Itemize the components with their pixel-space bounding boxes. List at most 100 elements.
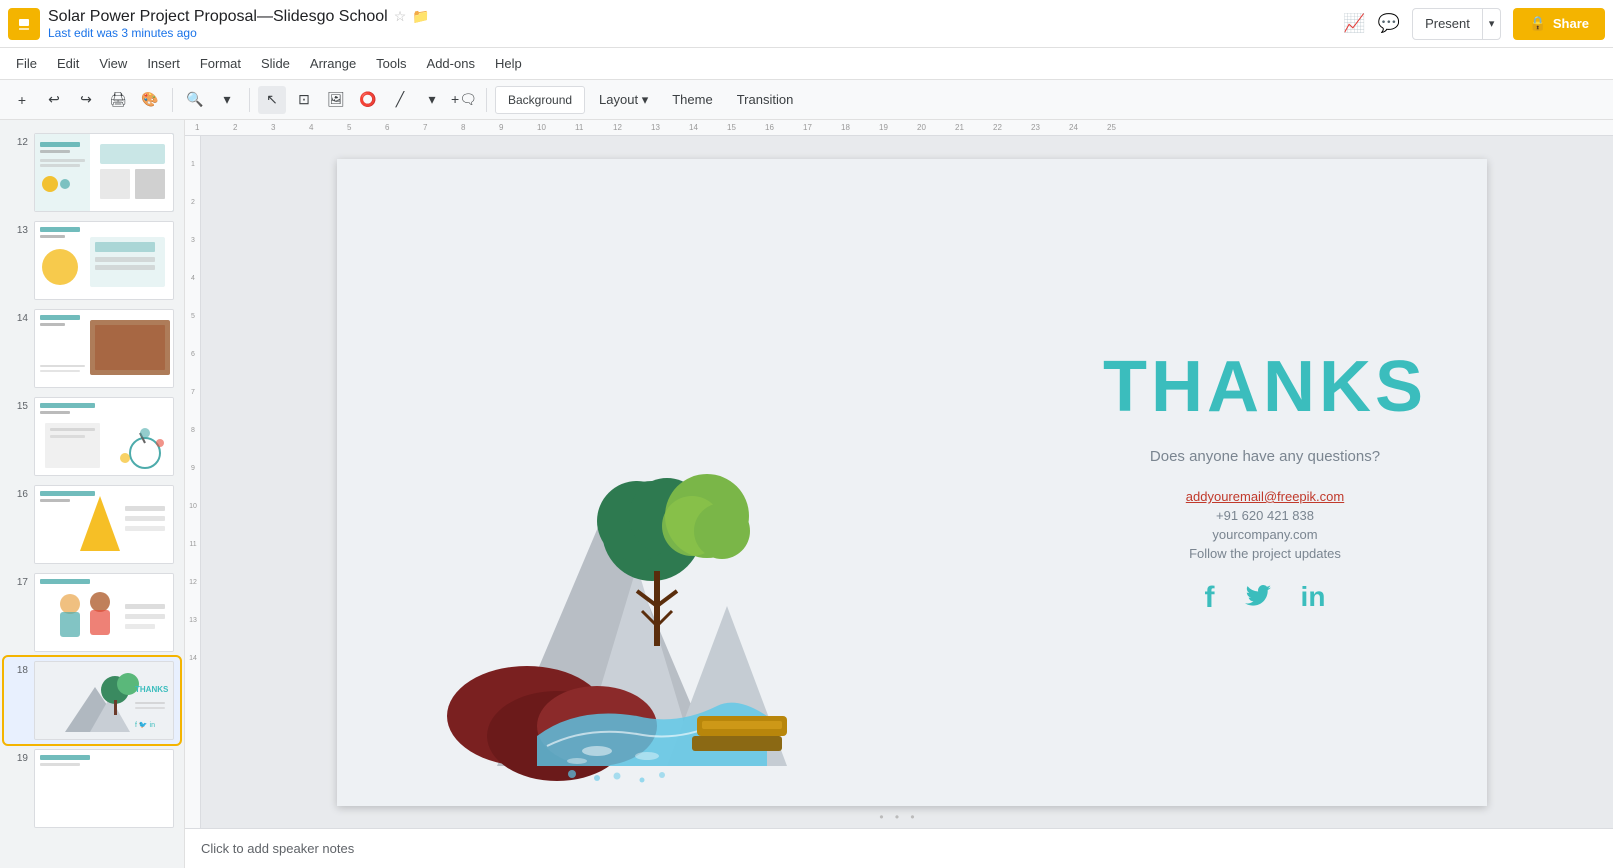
menu-bar: File Edit View Insert Format Slide Arran… — [0, 48, 1613, 80]
slide-preview-17 — [34, 573, 174, 652]
twitter-icon — [1243, 581, 1273, 618]
svg-text:5: 5 — [191, 313, 195, 320]
thanks-website: yourcompany.com — [1103, 527, 1427, 542]
top-right: 📈 💬 Present ▾ 🔒 Share — [1343, 8, 1605, 40]
slide-thumb-14[interactable]: 14 — [4, 305, 180, 392]
svg-text:9: 9 — [191, 465, 195, 472]
undo-button[interactable]: ↩ — [40, 86, 68, 114]
slide-preview-15 — [34, 397, 174, 476]
print-button[interactable]: 🖨 — [104, 86, 132, 114]
svg-text:8: 8 — [191, 427, 195, 434]
svg-text:13: 13 — [189, 617, 197, 624]
svg-text:1: 1 — [191, 161, 195, 168]
svg-text:6: 6 — [191, 351, 195, 358]
slide-thumb-19[interactable]: 19 — [4, 745, 180, 832]
svg-text:THANKS: THANKS — [135, 685, 169, 694]
folder-icon[interactable]: 📁 — [412, 8, 429, 25]
slide-preview-13 — [34, 221, 174, 300]
cursor-tool[interactable]: ↖ — [258, 86, 286, 114]
svg-text:12: 12 — [189, 579, 197, 586]
line-tool[interactable]: ╱ — [386, 86, 414, 114]
text-tool[interactable]: ⊡ — [290, 86, 318, 114]
menu-view[interactable]: View — [91, 54, 135, 73]
present-button[interactable]: Present ▾ — [1412, 8, 1501, 40]
slide-thumb-16[interactable]: 16 — [4, 481, 180, 568]
redo-button[interactable]: ↪ — [72, 86, 100, 114]
slide-thumb-17[interactable]: 17 — [4, 569, 180, 656]
menu-arrange[interactable]: Arrange — [302, 54, 364, 73]
svg-text:4: 4 — [191, 275, 195, 282]
comment-tool[interactable]: +🗨 — [450, 86, 478, 114]
sep1 — [172, 88, 173, 112]
theme-button[interactable]: Theme — [662, 86, 722, 114]
title-section: Solar Power Project Proposal—Slidesgo Sc… — [48, 8, 1343, 40]
slide-thumb-13[interactable]: 13 — [4, 217, 180, 304]
ruler-marks-h: 1 2 3 4 5 6 7 8 9 10 11 12 13 14 15 16 1… — [195, 123, 1145, 132]
menu-format[interactable]: Format — [192, 54, 249, 73]
star-icon[interactable]: ☆ — [394, 8, 407, 25]
slide-thumb-12[interactable]: 12 — [4, 129, 180, 216]
present-arrow-icon[interactable]: ▾ — [1483, 9, 1501, 39]
expand-indicator[interactable]: • • • — [879, 810, 918, 824]
illustration — [397, 406, 817, 786]
zoom-dropdown-button[interactable]: ▾ — [213, 86, 241, 114]
thanks-section: THANKS Does anyone have any questions? a… — [1103, 346, 1427, 618]
slide-preview-14 — [34, 309, 174, 388]
canvas-area: 1 2 3 4 5 6 7 8 9 10 11 12 13 14 15 16 1… — [185, 120, 1613, 868]
svg-text:3: 3 — [191, 237, 195, 244]
slide-preview-18: THANKS f 🐦 in — [34, 661, 174, 740]
svg-text:10: 10 — [189, 503, 197, 510]
slide-content: THANKS Does anyone have any questions? a… — [337, 159, 1487, 806]
slide-thumb-18[interactable]: 18 THANKS f 🐦 in — [4, 657, 180, 744]
sep3 — [486, 88, 487, 112]
slide-preview-19 — [34, 749, 174, 828]
comments-icon[interactable]: 💬 — [1378, 13, 1400, 34]
thanks-follow: Follow the project updates — [1103, 546, 1427, 561]
lock-icon: 🔒 — [1529, 15, 1546, 32]
zoom-out-button[interactable]: 🔍 — [181, 86, 209, 114]
add-button[interactable]: + — [8, 86, 36, 114]
doc-title: Solar Power Project Proposal—Slidesgo Sc… — [48, 8, 1343, 26]
menu-help[interactable]: Help — [487, 54, 530, 73]
doc-title-text[interactable]: Solar Power Project Proposal—Slidesgo Sc… — [48, 8, 388, 26]
transition-button[interactable]: Transition — [727, 86, 804, 114]
toolbar: + ↩ ↪ 🖨 🎨 🔍 ▾ ↖ ⊡ 🖼 ⭕ ╱ ▾ +🗨 Background … — [0, 80, 1613, 120]
background-button[interactable]: Background — [495, 86, 585, 114]
top-bar: Solar Power Project Proposal—Slidesgo Sc… — [0, 0, 1613, 48]
shapes-tool[interactable]: ⭕ — [354, 86, 382, 114]
menu-tools[interactable]: Tools — [368, 54, 414, 73]
ruler-horizontal: 1 2 3 4 5 6 7 8 9 10 11 12 13 14 15 16 1… — [185, 120, 1613, 136]
share-button[interactable]: 🔒 Share — [1513, 8, 1605, 40]
svg-text:f 🐦 in: f 🐦 in — [135, 721, 155, 729]
activity-icon[interactable]: 📈 — [1343, 13, 1365, 34]
slide-canvas[interactable]: THANKS Does anyone have any questions? a… — [337, 159, 1487, 806]
thanks-phone: +91 620 421 838 — [1103, 508, 1427, 523]
menu-addons[interactable]: Add-ons — [419, 54, 483, 73]
slide-preview-16 — [34, 485, 174, 564]
social-icons: f in — [1103, 581, 1427, 618]
notes-area[interactable]: Click to add speaker notes — [185, 828, 1613, 868]
menu-edit[interactable]: Edit — [49, 54, 87, 73]
layout-button[interactable]: Layout ▾ — [589, 86, 658, 114]
slide-container[interactable]: THANKS Does anyone have any questions? a… — [211, 136, 1613, 828]
image-tool[interactable]: 🖼 — [322, 86, 350, 114]
menu-file[interactable]: File — [8, 54, 45, 73]
format-paint-button[interactable]: 🎨 — [136, 86, 164, 114]
slide-thumb-15[interactable]: 15 — [4, 393, 180, 480]
svg-text:7: 7 — [191, 389, 195, 396]
slide-preview-12 — [34, 133, 174, 212]
main-layout: 12 13 — [0, 120, 1613, 868]
svg-text:11: 11 — [189, 541, 196, 548]
line-arrow[interactable]: ▾ — [418, 86, 446, 114]
ruler-vertical: 1 2 3 4 5 6 7 8 9 10 11 12 13 14 — [185, 136, 201, 868]
menu-slide[interactable]: Slide — [253, 54, 298, 73]
facebook-icon: f — [1205, 581, 1215, 618]
thanks-title: THANKS — [1103, 346, 1427, 428]
last-edit: Last edit was 3 minutes ago — [48, 26, 1343, 40]
thanks-email: addyouremail@freepik.com — [1103, 489, 1427, 504]
svg-text:14: 14 — [189, 655, 197, 662]
notes-placeholder[interactable]: Click to add speaker notes — [201, 841, 354, 856]
slide-panel: 12 13 — [0, 120, 185, 868]
menu-insert[interactable]: Insert — [139, 54, 188, 73]
app-icon[interactable] — [8, 8, 40, 40]
